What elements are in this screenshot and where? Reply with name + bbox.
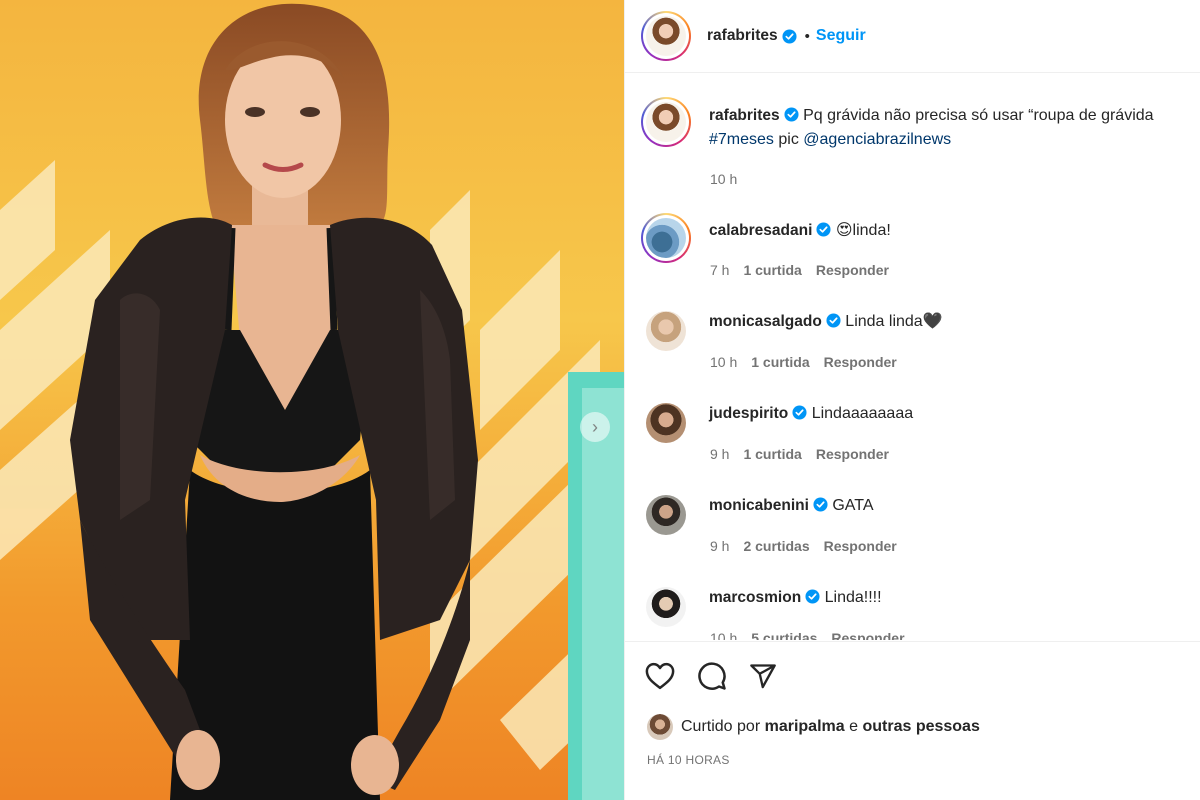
verified-icon xyxy=(816,222,831,237)
comment-text: Linda!!!! xyxy=(824,589,882,606)
reply-button[interactable]: Responder xyxy=(816,262,889,278)
comment-item: monicabenini GATA xyxy=(641,490,874,535)
verified-icon xyxy=(813,497,828,512)
liked-by: Curtido por maripalma e outras pessoas xyxy=(647,714,980,740)
caption-username[interactable]: rafabrites xyxy=(709,107,780,124)
liked-others[interactable]: outras pessoas xyxy=(862,718,979,736)
reply-button[interactable]: Responder xyxy=(824,354,897,370)
caption-meta: 10 h xyxy=(710,171,751,187)
verified-icon xyxy=(782,28,797,44)
share-icon xyxy=(750,664,776,689)
author-username[interactable]: rafabrites xyxy=(707,27,778,45)
comment-likes[interactable]: 2 curtidas xyxy=(743,538,809,554)
comment-time[interactable]: 9 h xyxy=(710,446,729,462)
reply-button[interactable]: Responder xyxy=(816,446,889,462)
avatar[interactable] xyxy=(646,495,686,535)
follow-button[interactable]: Seguir xyxy=(816,27,866,45)
comment-time[interactable]: 10 h xyxy=(710,630,737,640)
caption-time[interactable]: 10 h xyxy=(710,171,737,187)
caption: rafabrites Pq grávida não precisa só usa… xyxy=(641,97,1154,152)
liked-user[interactable]: maripalma xyxy=(765,718,845,736)
comment-text: Lindaaaaaaaa xyxy=(811,405,914,422)
comment-meta: 9 h 2 curtidas Responder xyxy=(710,538,911,554)
verified-icon xyxy=(805,589,820,604)
comment-username[interactable]: monicabenini xyxy=(709,497,809,514)
comments-list[interactable]: rafabrites Pq grávida não precisa só usa… xyxy=(625,73,1200,640)
post-photo[interactable]: › xyxy=(0,0,624,800)
avatar[interactable] xyxy=(647,714,673,740)
comment-time[interactable]: 9 h xyxy=(710,538,729,554)
avatar[interactable] xyxy=(646,403,686,443)
comment-username[interactable]: judespirito xyxy=(709,405,788,422)
comment-likes[interactable]: 1 curtida xyxy=(743,262,801,278)
liked-prefix: Curtido por xyxy=(681,718,761,735)
caption-avatar-ring[interactable] xyxy=(641,97,691,147)
comment-text: GATA xyxy=(832,497,874,514)
post-time-ago[interactable]: HÁ 10 HORAS xyxy=(647,753,730,767)
post-header: rafabrites • Seguir xyxy=(625,0,1200,73)
avatar[interactable] xyxy=(646,311,686,351)
reply-button[interactable]: Responder xyxy=(831,630,904,640)
comment-meta: 10 h 5 curtidas Responder xyxy=(710,630,919,640)
comment-item: marcosmion Linda!!!! xyxy=(641,582,882,627)
comment-likes[interactable]: 1 curtida xyxy=(751,354,809,370)
comment-likes[interactable]: 5 curtidas xyxy=(751,630,817,640)
carousel-next-button[interactable]: › xyxy=(580,412,610,442)
comment-time[interactable]: 10 h xyxy=(710,354,737,370)
comment-text: Linda linda🖤 xyxy=(845,313,943,330)
liked-and: e xyxy=(849,718,859,735)
comment-username[interactable]: marcosmion xyxy=(709,589,801,606)
verified-icon xyxy=(784,107,799,122)
post-side-panel: rafabrites • Seguir rafabrites Pq grávid… xyxy=(624,0,1200,800)
comment-icon xyxy=(698,662,726,690)
comment-item: calabresadani 😍linda! xyxy=(641,213,891,263)
avatar xyxy=(646,102,686,142)
heart-icon xyxy=(645,662,675,690)
comment-avatar-ring[interactable] xyxy=(641,213,691,263)
chevron-right-icon: › xyxy=(592,416,598,437)
caption-text: rafabrites Pq grávida não precisa só usa… xyxy=(709,104,1154,152)
comment-time[interactable]: 7 h xyxy=(710,262,729,278)
avatar xyxy=(646,16,686,56)
verified-icon xyxy=(826,313,841,328)
post-actions: Curtido por maripalma e outras pessoas H… xyxy=(625,641,1200,800)
comment-meta: 9 h 1 curtida Responder xyxy=(710,446,903,462)
avatar xyxy=(646,218,686,258)
author-avatar-ring[interactable] xyxy=(641,11,691,61)
post-image-illustration xyxy=(0,0,624,800)
caption-hashtag[interactable]: #7meses xyxy=(709,131,774,148)
separator-dot: • xyxy=(804,27,810,45)
comment-text: 😍linda! xyxy=(835,222,891,239)
verified-icon xyxy=(792,405,807,420)
comment-username[interactable]: calabresadani xyxy=(709,222,812,239)
caption-line: Pq grávida não precisa só usar “roupa de… xyxy=(803,107,1154,124)
comment-button[interactable] xyxy=(694,658,730,694)
comment-meta: 10 h 1 curtida Responder xyxy=(710,354,911,370)
caption-pic: pic xyxy=(778,131,799,148)
like-button[interactable] xyxy=(642,658,678,694)
comment-meta: 7 h 1 curtida Responder xyxy=(710,262,903,278)
caption-mention[interactable]: @agenciabrazilnews xyxy=(803,131,951,148)
comment-item: judespirito Lindaaaaaaaa xyxy=(641,398,913,443)
comment-username[interactable]: monicasalgado xyxy=(709,313,822,330)
avatar[interactable] xyxy=(646,587,686,627)
reply-button[interactable]: Responder xyxy=(824,538,897,554)
share-button[interactable] xyxy=(745,658,781,694)
comment-item: monicasalgado Linda linda🖤 xyxy=(641,306,943,351)
comment-likes[interactable]: 1 curtida xyxy=(743,446,801,462)
